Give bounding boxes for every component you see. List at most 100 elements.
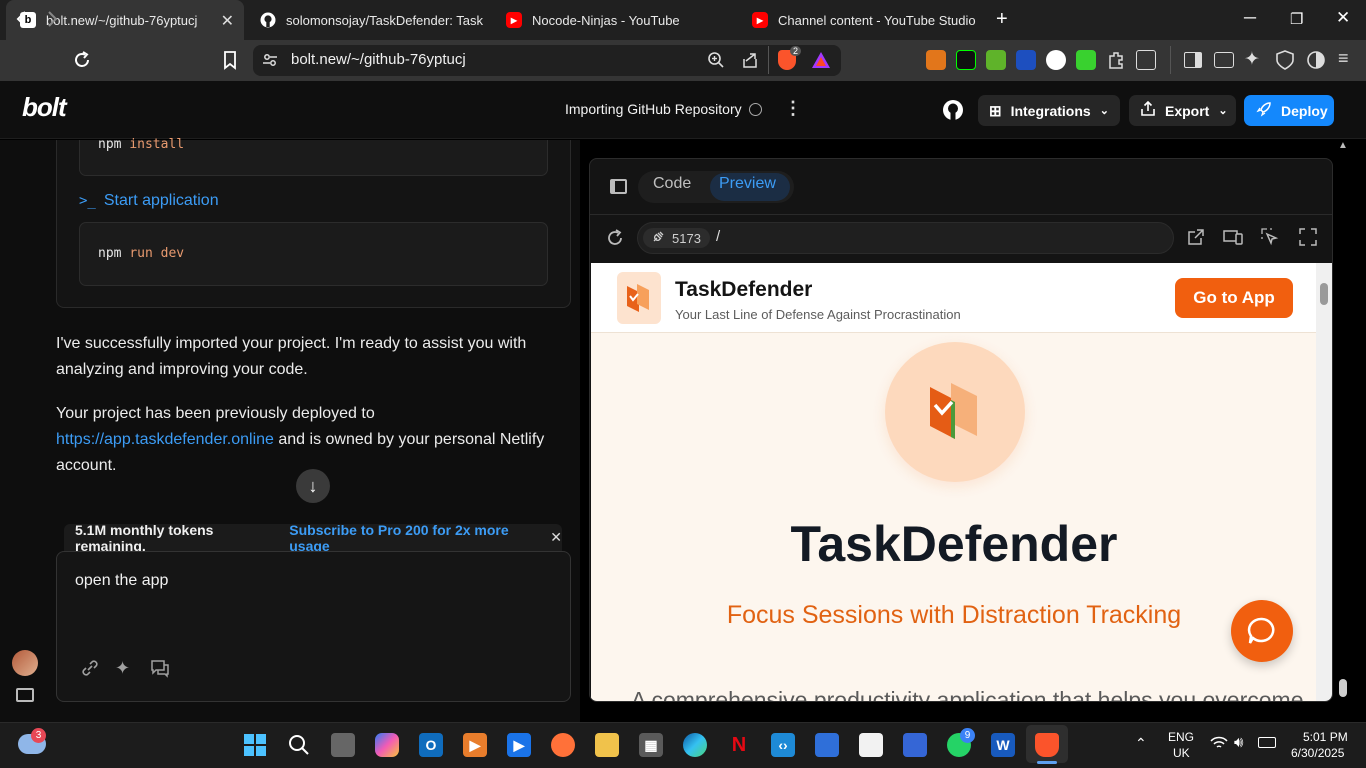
search-icon[interactable] xyxy=(287,733,311,757)
region-label[interactable]: UK xyxy=(1173,746,1190,760)
command-arg: install xyxy=(129,137,185,152)
project-title[interactable]: Importing GitHub Repository xyxy=(565,101,742,117)
brave-icon[interactable] xyxy=(1035,733,1059,757)
new-tab-button[interactable]: + xyxy=(996,8,1008,31)
brave-rewards-icon[interactable] xyxy=(811,51,831,74)
preview-path[interactable]: / xyxy=(716,228,720,245)
wifi-icon[interactable] xyxy=(1210,736,1228,753)
forward-icon[interactable] xyxy=(44,9,60,35)
calculator-icon[interactable]: ▦ xyxy=(639,733,663,757)
tab-youtube-studio[interactable]: ▶ Channel content - YouTube Studio xyxy=(738,0,982,40)
run-code-block[interactable]: npm run dev xyxy=(79,222,548,286)
preview-scrollbar[interactable] xyxy=(1316,263,1332,701)
site-settings-icon[interactable] xyxy=(262,52,278,73)
subscribe-link[interactable]: Subscribe to Pro 200 for 2x more usage xyxy=(289,522,538,554)
device-toggle-icon[interactable] xyxy=(1223,228,1243,251)
outlook-icon[interactable]: O xyxy=(419,733,443,757)
inspect-icon[interactable] xyxy=(1261,228,1279,251)
tab-code[interactable]: Code xyxy=(653,175,691,193)
attach-link-icon[interactable] xyxy=(80,658,100,683)
tab-youtube[interactable]: ▶ Nocode-Ninjas - YouTube xyxy=(492,0,736,40)
dots-extension-icon[interactable] xyxy=(1046,50,1066,70)
scrollbar-thumb[interactable] xyxy=(1320,283,1328,305)
clock-date[interactable]: 6/30/2025 xyxy=(1291,746,1344,760)
back-icon[interactable] xyxy=(14,9,30,35)
start-application-action[interactable]: >_ Start application xyxy=(79,192,219,210)
scroll-up-icon[interactable]: ▲ xyxy=(1338,140,1348,160)
edge-icon[interactable] xyxy=(683,733,707,757)
more-options-icon[interactable]: ⋮ xyxy=(784,98,802,119)
sidebar-icon[interactable] xyxy=(1184,52,1202,68)
chat-widget-button[interactable] xyxy=(1231,600,1293,662)
integrations-button[interactable]: ⊞ Integrations ⌄ xyxy=(978,95,1120,126)
install-code-block[interactable]: npm install xyxy=(79,137,548,176)
clock-time[interactable]: 5:01 PM xyxy=(1303,730,1348,744)
close-icon[interactable]: ✕ xyxy=(221,11,234,31)
volume-icon[interactable]: 🔊︎ xyxy=(1234,734,1243,751)
extensions-icon[interactable] xyxy=(1106,50,1126,75)
menu-icon[interactable]: ≡ xyxy=(1338,48,1349,69)
bookmark-icon[interactable] xyxy=(222,50,238,75)
profile-icon[interactable] xyxy=(1306,50,1326,75)
deploy-button[interactable]: Deploy xyxy=(1244,95,1334,126)
preview-frame[interactable]: TaskDefender Your Last Line of Defense A… xyxy=(591,263,1317,701)
scroll-down-button[interactable]: ↓ xyxy=(296,469,330,503)
port-selector[interactable]: 5173 xyxy=(643,228,710,248)
leo-ai-icon[interactable]: ✦ xyxy=(1244,48,1260,71)
hero-title: TaskDefender xyxy=(790,516,1118,572)
sidebar-toggle-icon[interactable] xyxy=(16,688,34,702)
assistant-message: Your project has been previously deploye… xyxy=(56,401,571,479)
page-scrollbar-thumb[interactable] xyxy=(1339,679,1347,697)
go-to-app-button[interactable]: Go to App xyxy=(1175,278,1293,318)
deploy-url-link[interactable]: https://app.taskdefender.online xyxy=(56,431,274,448)
tab-preview[interactable]: Preview xyxy=(719,175,776,193)
wallet-icon[interactable] xyxy=(1214,52,1234,68)
reload-icon[interactable] xyxy=(72,50,92,76)
reader-icon[interactable] xyxy=(1136,50,1156,70)
file-explorer-icon[interactable] xyxy=(595,733,619,757)
network-app-icon[interactable] xyxy=(903,733,927,757)
tray-overflow-icon[interactable]: ⌃ xyxy=(1135,735,1147,752)
terminal-extension-icon[interactable] xyxy=(956,50,976,70)
export-label: Export xyxy=(1165,102,1210,119)
hero-logo xyxy=(885,342,1025,482)
start-icon[interactable] xyxy=(243,733,267,757)
avatar[interactable] xyxy=(12,650,38,676)
restore-icon[interactable]: ❐ xyxy=(1290,10,1303,28)
enhance-prompt-icon[interactable]: ✦ xyxy=(115,658,130,679)
toggle-panel-icon[interactable] xyxy=(610,179,627,194)
close-icon[interactable]: ✕ xyxy=(550,529,562,546)
tab-github[interactable]: solomonsojay/TaskDefender: TaskDef xyxy=(246,0,490,40)
vpn-icon[interactable] xyxy=(1276,50,1294,75)
task-view-icon[interactable] xyxy=(331,733,355,757)
battery-icon[interactable] xyxy=(1258,737,1276,748)
github-icon[interactable] xyxy=(942,99,964,126)
site-logo[interactable] xyxy=(617,272,661,324)
minimize-icon[interactable]: ─ xyxy=(1244,8,1256,28)
export-button[interactable]: Export ⌄ xyxy=(1129,95,1236,126)
open-new-window-icon[interactable] xyxy=(1187,228,1205,251)
tab-bolt[interactable]: b bolt.new/~/github-76yptucj ✕ xyxy=(6,0,244,40)
media-player-icon[interactable]: ▶ xyxy=(463,733,487,757)
app-icon[interactable]: ▶ xyxy=(507,733,531,757)
vscode-icon[interactable]: ‹› xyxy=(771,733,795,757)
metamask-extension-icon[interactable] xyxy=(926,50,946,70)
fullscreen-icon[interactable] xyxy=(1299,228,1317,251)
zoom-icon[interactable] xyxy=(707,51,725,74)
app-grid-icon[interactable] xyxy=(859,733,883,757)
share-icon[interactable] xyxy=(741,51,759,74)
netflix-icon[interactable]: N xyxy=(727,733,751,757)
chart-extension-icon[interactable] xyxy=(986,50,1006,70)
word-icon[interactable]: W xyxy=(991,733,1015,757)
url-text: bolt.new/~/github-76yptucj xyxy=(291,51,466,68)
vs-extension-icon[interactable] xyxy=(1016,50,1036,70)
reload-preview-icon[interactable] xyxy=(605,228,625,253)
discuss-icon[interactable] xyxy=(150,658,170,683)
notepad-icon[interactable] xyxy=(815,733,839,757)
window-close-icon[interactable]: ✕ xyxy=(1336,8,1350,28)
grid-extension-icon[interactable] xyxy=(1076,50,1096,70)
bolt-logo[interactable]: bolt xyxy=(22,92,67,123)
copilot-icon[interactable] xyxy=(375,733,399,757)
firefox-icon[interactable] xyxy=(551,733,575,757)
language-label[interactable]: ENG xyxy=(1168,730,1194,744)
